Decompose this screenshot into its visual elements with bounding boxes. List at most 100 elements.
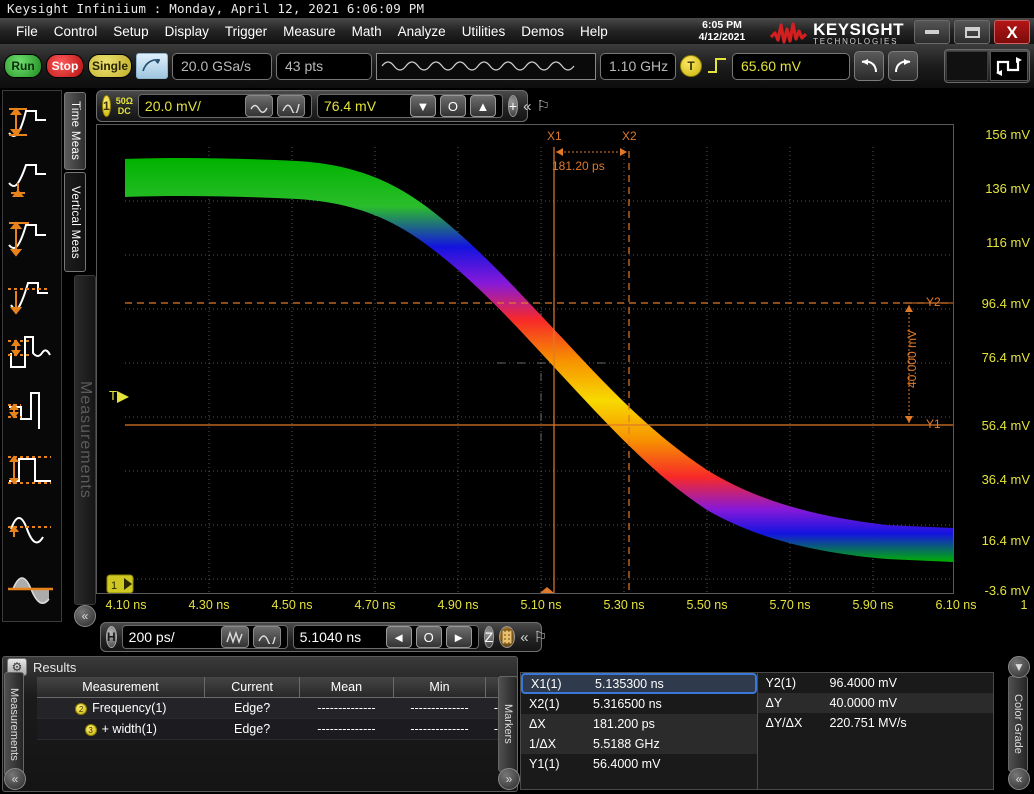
position-next-button[interactable]: ► (446, 626, 472, 648)
stop-button[interactable]: Stop (46, 54, 84, 78)
trigger-badge[interactable]: T (680, 55, 702, 77)
col-mean[interactable]: Mean (300, 677, 394, 698)
channel-ground-marker[interactable]: 1 (107, 575, 133, 593)
bandwidth-limit-button[interactable] (245, 95, 273, 117)
menu-demos[interactable]: Demos (513, 22, 572, 41)
measurement-current-cell: Edge? (205, 698, 300, 719)
tab-measurements-panel[interactable]: Measurements (74, 275, 96, 605)
area-measure-icon[interactable] (3, 557, 61, 615)
trigger-level-marker[interactable]: T (109, 388, 129, 403)
channel-offset-value[interactable]: 76.4 mV (324, 98, 406, 114)
trigger-position-marker[interactable] (540, 587, 554, 593)
marker-row-dy[interactable]: ΔY 40.0000 mV (758, 693, 994, 713)
menu-analyze[interactable]: Analyze (390, 22, 454, 41)
autoscale-icon[interactable] (136, 53, 168, 79)
vamplitude-measure-icon[interactable] (3, 209, 61, 267)
tab-vertical-meas[interactable]: Vertical Meas (64, 172, 86, 272)
roll-mode-button[interactable] (499, 626, 515, 648)
cursor-x1-label: X1 (547, 129, 562, 143)
color-grade-expand-up-button[interactable]: ▼ (1008, 656, 1030, 678)
vtop-vbase-measure-icon[interactable] (3, 93, 61, 151)
tab-color-grade-side[interactable]: Color Grade (1008, 676, 1028, 772)
single-button[interactable]: Single (88, 54, 132, 78)
offset-down-button[interactable]: ▼ (410, 95, 436, 117)
memory-depth-field[interactable]: 43 pts (276, 53, 372, 80)
sample-rate-field[interactable]: 20.0 GSa/s (172, 53, 272, 80)
measurements-collapse-button[interactable]: « (4, 768, 26, 790)
trigger-edge-icon (706, 55, 728, 77)
offset-up-button[interactable]: ▲ (470, 95, 496, 117)
undo-button[interactable] (854, 51, 884, 81)
marker-value-slope: 220.751 MV/s (830, 716, 907, 730)
timebase-position-value[interactable]: 5.1040 ns (300, 629, 382, 645)
vrms-measure-icon[interactable] (3, 325, 61, 383)
table-row[interactable]: 2Frequency(1) Edge? -------------- -----… (37, 698, 515, 719)
menu-help[interactable]: Help (572, 22, 616, 41)
vmin-measure-icon[interactable] (3, 151, 61, 209)
marker-row-x1[interactable]: X1(1) 5.135300 ns (521, 673, 757, 694)
autoscale-vertical-icon[interactable] (990, 51, 1028, 81)
redo-button[interactable] (888, 51, 918, 81)
marker-row-y2[interactable]: Y2(1) 96.4000 mV (758, 673, 994, 693)
measurement-label: Frequency(1) (92, 701, 166, 715)
timebase-zoom-out-button[interactable] (221, 626, 249, 648)
timebase-scale-value[interactable]: 200 ps/ (129, 629, 217, 645)
vlower-measure-icon[interactable] (3, 383, 61, 441)
minimize-button[interactable] (914, 20, 950, 44)
vaverage-measure-icon[interactable] (3, 267, 61, 325)
marker-row-invdx[interactable]: 1/ΔX 5.5188 GHz (521, 734, 757, 754)
tab-measurements-side[interactable]: Measurements (4, 672, 24, 776)
marker-row-x2[interactable]: X2(1) 5.316500 ns (521, 694, 757, 714)
tab-time-meas[interactable]: Time Meas (64, 92, 86, 170)
col-current[interactable]: Current (205, 677, 300, 698)
menu-math[interactable]: Math (344, 22, 390, 41)
marker-row-slope[interactable]: ΔY/ΔX 220.751 MV/s (758, 713, 994, 733)
menu-measure[interactable]: Measure (275, 22, 344, 41)
waveform-display[interactable]: T 1 X1 X2 181.20 ps Y2 Y1 40.000 mV (96, 124, 954, 594)
invert-button[interactable] (277, 95, 305, 117)
menu-file[interactable]: File (8, 22, 46, 41)
marker-row-dx[interactable]: ΔX 181.200 ps (521, 714, 757, 734)
markers-expand-button[interactable]: » (498, 768, 520, 790)
collapse-chevrons-icon[interactable]: « (523, 98, 531, 115)
position-prev-button[interactable]: ◄ (386, 626, 412, 648)
waveform-preview[interactable] (376, 53, 596, 80)
rail-collapse-button[interactable]: « (74, 605, 96, 627)
menu-setup[interactable]: Setup (105, 22, 156, 41)
position-zero-button[interactable]: O (416, 626, 442, 648)
restore-button[interactable] (954, 20, 990, 44)
table-header-row: Measurement Current Mean Min (37, 677, 515, 698)
offset-zero-button[interactable]: O (440, 95, 466, 117)
close-button[interactable]: X (994, 20, 1030, 44)
menu-trigger[interactable]: Trigger (217, 22, 275, 41)
table-row[interactable]: 3+ width(1) Edge? -------------- -------… (37, 719, 515, 740)
coupling-value: DC (116, 106, 133, 116)
tab-markers-side[interactable]: Markers (498, 676, 518, 772)
menu-control[interactable]: Control (46, 22, 106, 41)
pin-icon[interactable]: ⚐ (536, 97, 549, 115)
marker-row-y1[interactable]: Y1(1) 56.4000 mV (521, 754, 757, 774)
horizontal-pin-icon[interactable]: ⚐ (534, 628, 547, 646)
bandwidth-field[interactable]: 1.10 GHz (600, 53, 676, 80)
timebase-scale-group: 200 ps/ (122, 625, 288, 649)
menu-utilities[interactable]: Utilities (454, 22, 514, 41)
add-channel-button[interactable]: + (508, 95, 518, 117)
zoom-mode-button[interactable]: Z (484, 626, 495, 648)
trigger-level-field[interactable]: 65.60 mV (732, 53, 850, 80)
col-min[interactable]: Min (393, 677, 486, 698)
menu-display[interactable]: Display (157, 22, 217, 41)
vupper-measure-icon[interactable] (3, 441, 61, 499)
color-grade-collapse-button[interactable]: « (1008, 768, 1030, 790)
timebase-zoom-in-button[interactable] (253, 626, 281, 648)
measurement-badge: 2 (75, 703, 87, 715)
run-button[interactable]: Run (4, 54, 42, 78)
channel-scale-value[interactable]: 20.0 mV/ (145, 98, 241, 114)
thumbnail-preview[interactable] (946, 51, 988, 81)
horizontal-collapse-icon[interactable]: « (520, 629, 528, 646)
marker-key-y1: Y1(1) (521, 757, 593, 771)
col-measurement[interactable]: Measurement (37, 677, 205, 698)
horizontal-badge[interactable]: H (106, 626, 117, 648)
vpp-sine-measure-icon[interactable] (3, 499, 61, 557)
channel-number-badge[interactable]: 1 (102, 95, 111, 117)
marker-key-x1: X1(1) (523, 677, 595, 691)
